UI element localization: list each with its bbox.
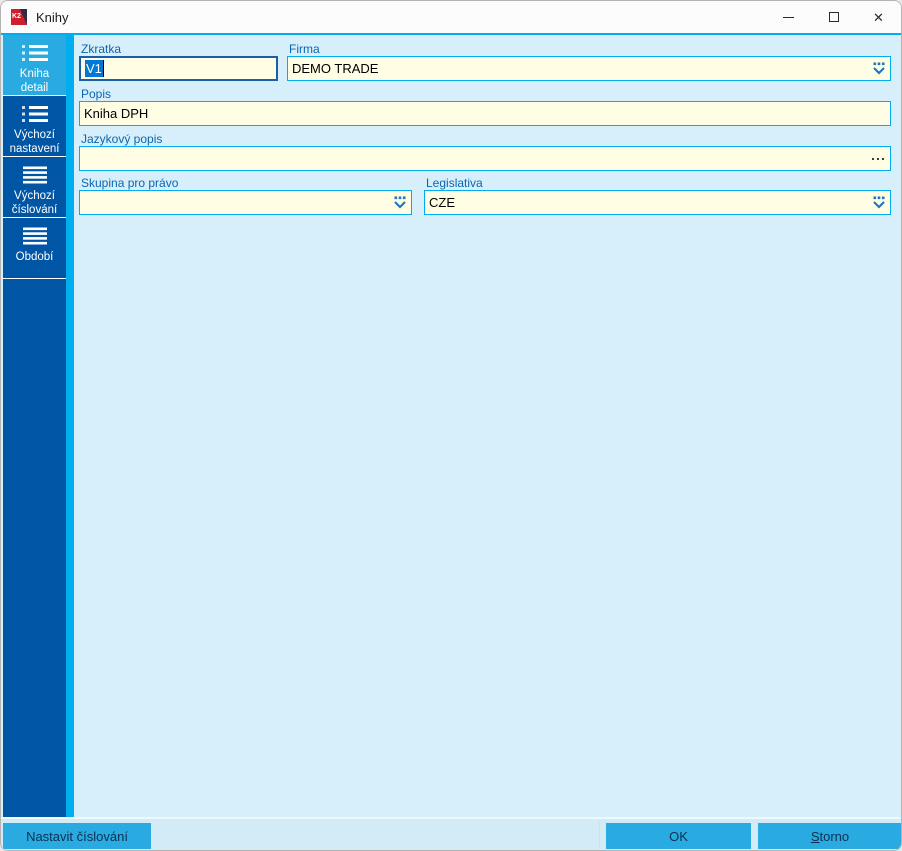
ok-button[interactable]: OK (606, 823, 751, 849)
sidebar-item-label: Výchozí číslování (11, 190, 58, 216)
popis-label: Popis (81, 87, 112, 101)
popis-input[interactable]: Kniha DPH (79, 101, 891, 126)
zkratka-label: Zkratka (81, 42, 122, 56)
jazykovy-popis-ellipsis-button[interactable] (872, 157, 886, 160)
maximize-button[interactable] (811, 1, 856, 33)
firma-lookup-button[interactable] (872, 62, 886, 75)
firma-label: Firma (289, 42, 320, 56)
zkratka-selected-text: V1 (85, 60, 103, 77)
hamburger-icon (22, 166, 47, 184)
close-button[interactable]: ✕ (856, 1, 901, 33)
nastavit-cislovani-button[interactable]: Nastavit číslování (3, 823, 151, 849)
sidebar-item-label: Období (15, 251, 54, 263)
jazykovy-popis-input[interactable] (79, 146, 891, 171)
titlebar[interactable]: K2 Knihy ✕ (1, 1, 901, 33)
firma-input[interactable]: DEMO TRADE (287, 56, 891, 81)
legislativa-label: Legislativa (426, 176, 483, 190)
sidebar-item-obdobi[interactable]: Období (3, 218, 66, 279)
skupina-pro-pravo-label: Skupina pro právo (81, 176, 179, 190)
lookup-dropdown-icon (873, 62, 885, 75)
popis-value: Kniha DPH (84, 106, 149, 121)
footer-divider (599, 822, 600, 847)
sidebar-item-vychozi-nastaveni[interactable]: Výchozí nastavení (3, 96, 66, 157)
legislativa-value: CZE (429, 195, 455, 210)
knihy-dialog: K2 Knihy ✕ Kniha detail Výchozí nastaven… (0, 0, 902, 851)
hamburger-icon (22, 227, 47, 245)
maximize-icon (828, 12, 839, 22)
text-caret (102, 60, 104, 77)
legislativa-lookup-button[interactable] (872, 196, 886, 209)
lookup-dropdown-icon (394, 196, 406, 209)
k2-app-icon: K2 (11, 9, 27, 25)
bulleted-list-icon (21, 45, 48, 61)
zkratka-input[interactable]: V1 (79, 56, 278, 81)
sidebar-item-label: Výchozí nastavení (9, 129, 60, 155)
skupina-pro-pravo-input[interactable] (79, 190, 412, 215)
firma-value: DEMO TRADE (292, 61, 379, 76)
ellipsis-icon (872, 157, 886, 160)
window-title: Knihy (36, 9, 69, 25)
sidebar-item-vychozi-cislovani[interactable]: Výchozí číslování (3, 157, 66, 218)
sidebar: Kniha detail Výchozí nastavení Výchozí č… (3, 35, 66, 817)
jazykovy-popis-label: Jazykový popis (81, 132, 163, 146)
sidebar-item-label: Kniha detail (19, 68, 50, 94)
minimize-icon (783, 16, 794, 18)
lookup-dropdown-icon (873, 196, 885, 209)
footer-bar: Nastavit číslování OK Storno (1, 817, 901, 850)
form-area: Zkratka V1 Firma DEMO TRADE Popis Kniha … (74, 35, 901, 817)
minimize-button[interactable] (766, 1, 811, 33)
skupina-pro-pravo-lookup-button[interactable] (393, 196, 407, 209)
sidebar-item-kniha-detail[interactable]: Kniha detail (3, 35, 66, 96)
close-icon: ✕ (873, 9, 884, 25)
sidebar-filler (3, 279, 66, 817)
window-controls: ✕ (766, 1, 901, 33)
storno-button[interactable]: Storno (758, 823, 901, 849)
sidebar-accent-strip (66, 35, 74, 817)
bulleted-list-icon (21, 106, 48, 122)
legislativa-input[interactable]: CZE (424, 190, 891, 215)
